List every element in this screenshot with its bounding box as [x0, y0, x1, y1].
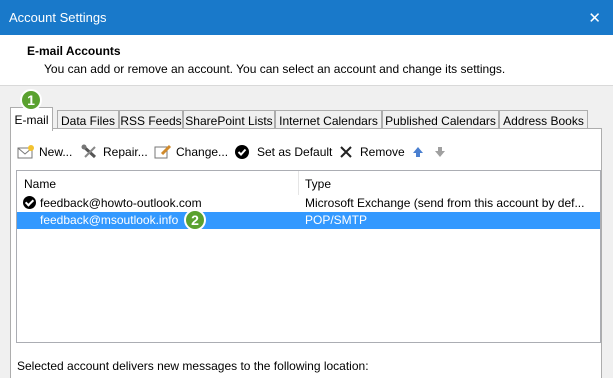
account-type: POP/SMTP [305, 213, 368, 227]
section-title: E-mail Accounts [27, 44, 121, 58]
tab-strip: E-mail Data Files RSS Feeds SharePoint L… [10, 107, 590, 131]
repair-button-label: Repair... [103, 145, 148, 159]
change-button-label: Change... [176, 145, 229, 159]
window-title: Account Settings [9, 10, 107, 25]
column-separator[interactable] [298, 171, 299, 195]
step-badge-2: 2 [184, 209, 206, 231]
tab-data-files[interactable]: Data Files [57, 110, 119, 130]
account-type: Microsoft Exchange (send from this accou… [305, 196, 585, 210]
check-circle-icon [235, 144, 253, 160]
dialog-header: E-mail Accounts You can add or remove an… [0, 35, 613, 86]
tab-published-calendars[interactable]: Published Calendars [382, 110, 499, 130]
account-row-default[interactable]: feedback@howto-outlook.com Microsoft Exc… [17, 195, 600, 212]
tab-internet-calendars[interactable]: Internet Calendars [275, 110, 382, 130]
close-icon[interactable]: ✕ [588, 9, 601, 27]
column-header-type[interactable]: Type [305, 177, 331, 191]
tab-rss-feeds[interactable]: RSS Feeds [119, 110, 183, 130]
delivery-location-label: Selected account delivers new messages t… [17, 359, 369, 373]
remove-button-label: Remove [360, 145, 405, 159]
tab-address-books[interactable]: Address Books [499, 110, 588, 130]
tab-sharepoint-lists[interactable]: SharePoint Lists [183, 110, 275, 130]
new-button-label: New... [39, 145, 73, 159]
account-name: feedback@howto-outlook.com [40, 196, 202, 210]
new-button[interactable]: New... [17, 142, 72, 162]
account-list[interactable]: Name Type feedback@howto-outlook.com Mic… [16, 170, 601, 343]
title-bar: Account Settings ✕ [0, 0, 613, 35]
move-up-button[interactable] [411, 142, 433, 162]
arrow-down-icon [433, 144, 451, 160]
remove-button[interactable]: Remove [338, 142, 405, 162]
account-name: feedback@msoutlook.info [40, 213, 179, 227]
move-down-button[interactable] [433, 142, 455, 162]
arrow-up-icon [411, 144, 429, 160]
change-icon [154, 144, 172, 160]
repair-button[interactable]: Repair... [81, 142, 148, 162]
remove-x-icon [338, 144, 356, 160]
list-header: Name Type [17, 171, 600, 195]
new-account-icon [17, 144, 35, 160]
section-description: You can add or remove an account. You ca… [44, 62, 506, 76]
change-button[interactable]: Change... [154, 142, 228, 162]
column-header-name[interactable]: Name [24, 177, 56, 191]
default-account-icon [23, 196, 36, 209]
set-as-default-button[interactable]: Set as Default [235, 142, 332, 162]
step-badge-1: 1 [20, 89, 42, 111]
account-row-selected[interactable]: feedback@msoutlook.info POP/SMTP [17, 212, 600, 229]
repair-icon [81, 144, 99, 160]
set-as-default-label: Set as Default [257, 145, 333, 159]
